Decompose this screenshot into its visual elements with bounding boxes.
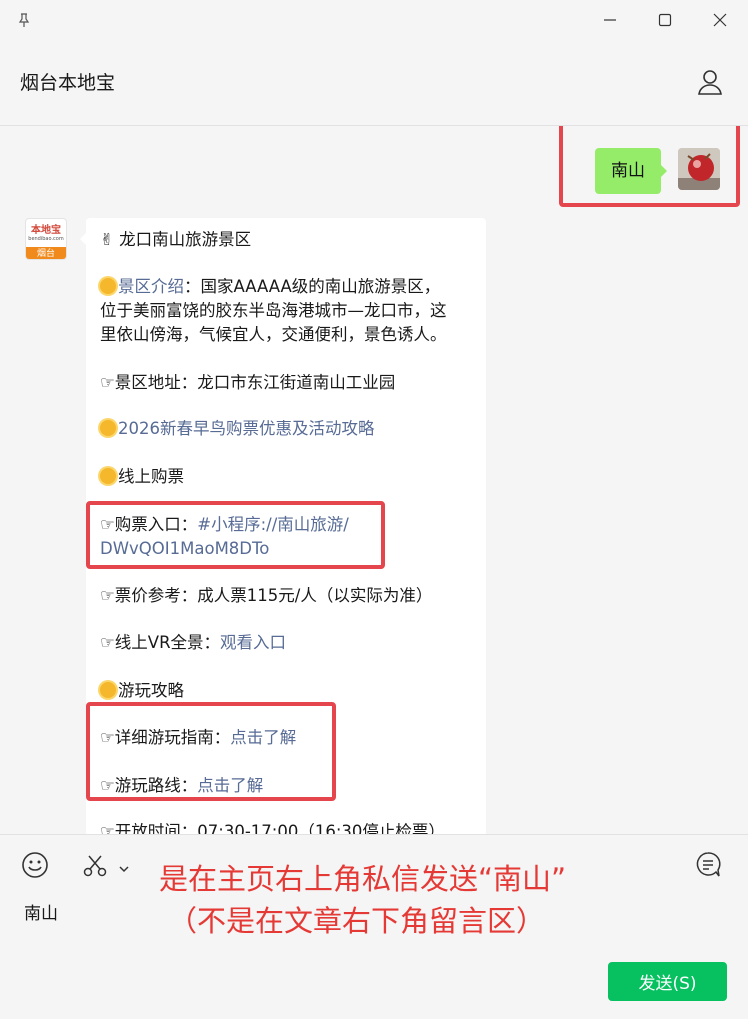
chat-history-icon[interactable] — [695, 851, 721, 883]
online-ticket-text: 线上购票 — [118, 467, 184, 486]
vr-link[interactable]: 观看入口 — [220, 633, 286, 652]
screenshot-scissors-icon[interactable] — [82, 853, 108, 883]
avatar-brand-domain: bendibao.com — [28, 235, 64, 242]
avatar-brand-city: 烟台 — [26, 247, 66, 259]
chat-header: 烟台本地宝 — [0, 40, 748, 126]
guide-heading-text: 游玩攻略 — [118, 681, 184, 700]
annotation-line-2: （不是在文章右下角留言区） — [168, 904, 546, 938]
vr-label: ☞线上VR全景： — [100, 633, 221, 652]
pin-icon[interactable] — [12, 8, 36, 32]
promo-line: 2026新春早鸟购票优惠及活动攻略 — [100, 417, 375, 441]
guide-heading: 游玩攻略 — [100, 679, 184, 703]
vr-line: ☞线上VR全景：观看入口 — [100, 631, 286, 655]
address-line: ☞景区地址：龙口市东江街道南山工业园 — [100, 373, 396, 392]
message-input[interactable]: 南山 — [24, 899, 58, 924]
emoji-icon[interactable] — [21, 851, 49, 883]
promo-link[interactable]: 2026新春早鸟购票优惠及活动攻略 — [118, 419, 375, 438]
input-area: 南山 是在主页右上角私信发送“南山” （不是在文章右下角留言区） 发送(S) — [0, 834, 748, 1019]
online-ticket-heading: 线上购票 — [100, 465, 184, 489]
intro-text-1: ：国家AAAAA级的南山旅游景区， — [184, 277, 441, 296]
highlight-sent-message — [559, 126, 740, 207]
sun-icon — [100, 468, 116, 484]
highlight-guide-links — [86, 702, 336, 801]
highlight-ticket-entry — [86, 501, 385, 569]
avatar-brand-name: 本地宝 — [31, 224, 61, 236]
window-titlebar — [0, 0, 748, 40]
send-button[interactable]: 发送(S) — [608, 962, 727, 1001]
intro-text-2: 位于美丽富饶的胶东半岛海港城市—龙口市，这 — [100, 301, 447, 320]
price-line: ☞票价参考：成人票115元/人（以实际为准） — [100, 586, 433, 605]
chat-messages[interactable]: 南山 本地宝 bendibao.com 烟台 ✌ 龙口南山旅游景区 景区介绍：国… — [0, 126, 748, 834]
chat-title: 烟台本地宝 — [20, 72, 116, 94]
hours-line: ☞开放时间：07:30-17:00（16:30停止检票） — [100, 822, 445, 834]
chevron-down-icon[interactable] — [118, 859, 130, 878]
intro-link[interactable]: 景区介绍 — [118, 277, 184, 296]
intro-line-1: 景区介绍：国家AAAAA级的南山旅游景区， — [100, 275, 440, 299]
account-avatar[interactable]: 本地宝 bendibao.com 烟台 — [25, 218, 67, 260]
annotation-line-1: 是在主页右上角私信发送“南山” — [159, 862, 567, 896]
maximize-icon[interactable] — [653, 8, 677, 32]
reply-title: ✌ 龙口南山旅游景区 — [100, 230, 252, 249]
minimize-icon[interactable] — [598, 8, 622, 32]
user-profile-icon[interactable] — [696, 68, 724, 96]
sun-icon — [100, 420, 116, 436]
sun-icon — [100, 278, 116, 294]
sun-icon — [100, 682, 116, 698]
intro-text-3: 里依山傍海，气候宜人，交通便利，景色诱人。 — [100, 325, 447, 344]
close-icon[interactable] — [708, 8, 732, 32]
